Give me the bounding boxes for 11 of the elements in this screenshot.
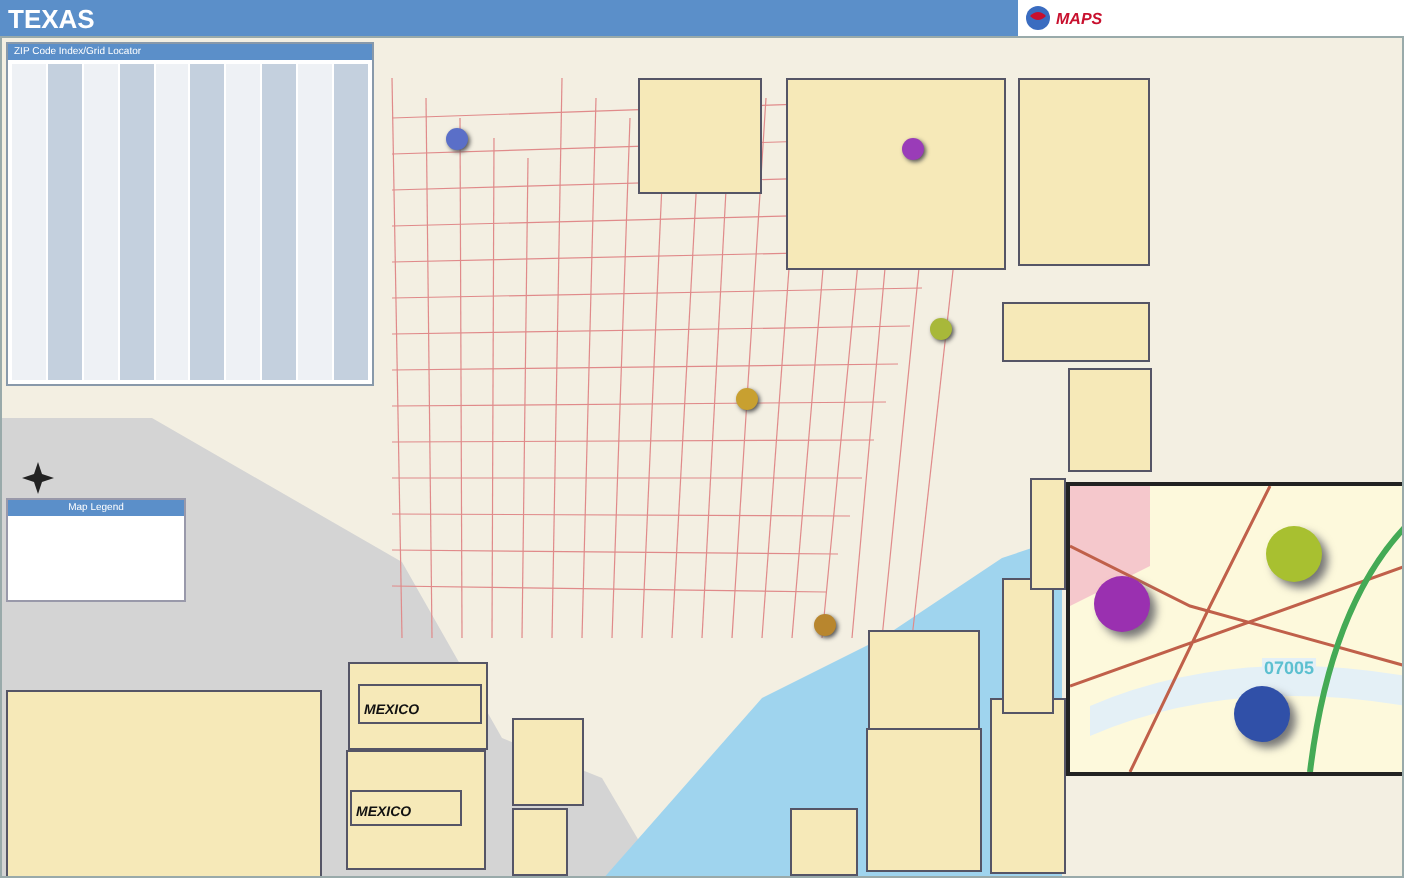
map-title: TEXAS — [0, 0, 1018, 36]
inset-map — [638, 78, 762, 194]
compass-icon — [22, 462, 54, 494]
inset-map — [866, 728, 982, 872]
globe-logo-icon — [1024, 4, 1052, 32]
inset-map — [1068, 368, 1152, 472]
logo-text: MAPS — [1056, 9, 1103, 27]
inset-map — [512, 808, 568, 876]
inset-map — [790, 808, 858, 876]
zip-code-label: 07005 — [1262, 658, 1317, 678]
inset-map — [512, 718, 584, 806]
